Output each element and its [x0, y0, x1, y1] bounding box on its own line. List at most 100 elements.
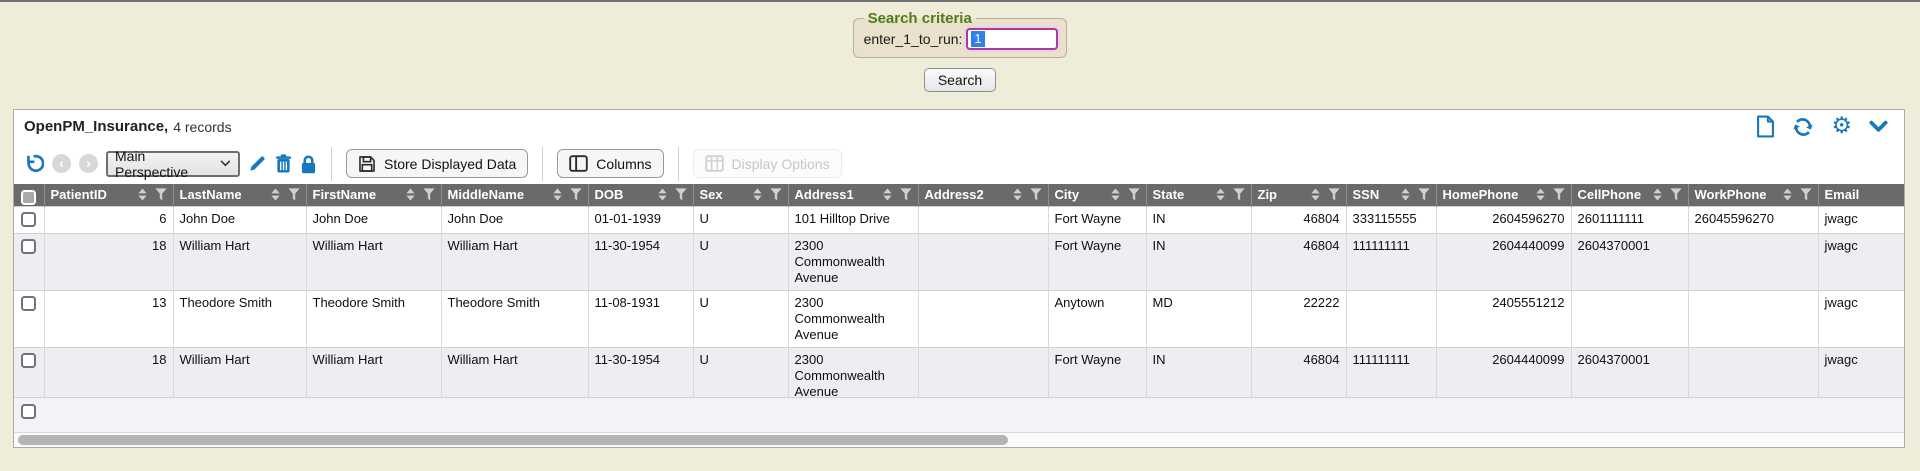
search-criteria-fieldset: Search criteria enter_1_to_run: 1 [853, 10, 1068, 58]
sort-icon[interactable] [882, 188, 893, 201]
cell-lastname: William Hart [173, 233, 306, 290]
column-label: City [1055, 187, 1080, 202]
horizontal-scrollbar[interactable] [14, 432, 1904, 447]
filter-icon[interactable] [288, 188, 300, 201]
sort-icon[interactable] [1400, 188, 1411, 201]
cell-workphone: 26045596270 [1688, 206, 1818, 233]
table-row[interactable]: 18William HartWilliam HartWilliam Hart11… [14, 233, 1904, 290]
cell-dob: 11-30-1954 [588, 347, 693, 397]
sort-icon[interactable] [657, 188, 668, 201]
cell-state: IN [1146, 206, 1251, 233]
cell-ssn: 111111111 [1346, 233, 1436, 290]
row-checkbox[interactable] [21, 212, 36, 227]
undo-icon[interactable] [23, 153, 44, 174]
sort-icon[interactable] [752, 188, 763, 201]
store-displayed-data-button[interactable]: Store Displayed Data [346, 149, 528, 178]
filter-icon[interactable] [570, 188, 582, 201]
filter-icon[interactable] [770, 188, 782, 201]
filter-icon[interactable] [155, 188, 167, 201]
display-options-grid-icon [705, 155, 724, 172]
cell-middlename: Theodore Smith [441, 290, 588, 347]
table-row[interactable]: 6John DoeJohn DoeJohn Doe01-01-1939U101 … [14, 206, 1904, 233]
column-header-email[interactable]: Email [1818, 184, 1904, 206]
sort-icon[interactable] [1215, 188, 1226, 201]
refresh-icon[interactable] [1792, 116, 1814, 138]
search-button[interactable]: Search [924, 68, 996, 92]
filter-icon[interactable] [1553, 188, 1565, 201]
column-header-dob[interactable]: DOB [588, 184, 693, 206]
gear-icon[interactable]: ⚙ [1831, 115, 1852, 138]
cell-homephone: 2405551212 [1436, 290, 1571, 347]
sort-icon[interactable] [1310, 188, 1321, 201]
sort-icon[interactable] [1110, 188, 1121, 201]
scrollbar-thumb[interactable] [18, 435, 1008, 445]
sort-icon[interactable] [1012, 188, 1023, 201]
sort-icon[interactable] [270, 188, 281, 201]
footer-row-checkbox[interactable] [21, 404, 36, 419]
cell-homephone: 2604440099 [1436, 347, 1571, 397]
column-header-sex[interactable]: Sex [693, 184, 788, 206]
filter-icon[interactable] [1328, 188, 1340, 201]
filter-icon[interactable] [1800, 188, 1812, 201]
enter-1-to-run-input[interactable]: 1 [966, 28, 1058, 50]
input-selected-text: 1 [971, 31, 984, 47]
select-all-checkbox[interactable] [21, 190, 36, 205]
cell-sex: U [693, 233, 788, 290]
cell-patientid: 18 [44, 233, 173, 290]
column-header-cellphone[interactable]: CellPhone [1571, 184, 1688, 206]
sort-icon[interactable] [137, 188, 148, 201]
filter-icon[interactable] [675, 188, 687, 201]
cell-address2 [918, 290, 1048, 347]
column-label: Email [1825, 187, 1860, 202]
column-header-ssn[interactable]: SSN [1346, 184, 1436, 206]
columns-button[interactable]: Columns [557, 149, 663, 178]
pencil-icon[interactable] [248, 154, 267, 173]
filter-icon[interactable] [1670, 188, 1682, 201]
table-footer-row [14, 397, 1904, 432]
filter-icon[interactable] [1128, 188, 1140, 201]
new-document-icon[interactable] [1756, 115, 1775, 138]
column-header-state[interactable]: State [1146, 184, 1251, 206]
sort-icon[interactable] [552, 188, 563, 201]
row-checkbox[interactable] [21, 353, 36, 368]
prev-perspective-icon[interactable]: ‹ [52, 154, 71, 173]
table-row[interactable]: 13Theodore SmithTheodore SmithTheodore S… [14, 290, 1904, 347]
filter-icon[interactable] [1418, 188, 1430, 201]
cell-firstname: William Hart [306, 347, 441, 397]
column-header-homephone[interactable]: HomePhone [1436, 184, 1571, 206]
row-checkbox-cell [14, 347, 44, 397]
lock-icon[interactable] [300, 154, 317, 174]
column-header-zip[interactable]: Zip [1251, 184, 1346, 206]
table-row[interactable]: 18William HartWilliam HartWilliam Hart11… [14, 347, 1904, 397]
row-checkbox[interactable] [21, 296, 36, 311]
filter-icon[interactable] [1030, 188, 1042, 201]
sort-icon[interactable] [1652, 188, 1663, 201]
column-label: State [1153, 187, 1185, 202]
sort-icon[interactable] [405, 188, 416, 201]
column-label: PatientID [51, 187, 107, 202]
perspective-select[interactable]: Main Perspective [106, 151, 240, 177]
column-header-workphone[interactable]: WorkPhone [1688, 184, 1818, 206]
next-perspective-icon[interactable]: › [79, 154, 98, 173]
column-header-patientid[interactable]: PatientID [44, 184, 173, 206]
filter-icon[interactable] [900, 188, 912, 201]
sort-icon[interactable] [1782, 188, 1793, 201]
cell-lastname: William Hart [173, 347, 306, 397]
column-header-firstname[interactable]: FirstName [306, 184, 441, 206]
filter-icon[interactable] [423, 188, 435, 201]
column-label: Zip [1258, 187, 1278, 202]
sort-icon[interactable] [1535, 188, 1546, 201]
trash-icon[interactable] [275, 154, 292, 173]
cell-zip: 46804 [1251, 233, 1346, 290]
filter-icon[interactable] [1233, 188, 1245, 201]
display-options-label: Display Options [732, 156, 830, 172]
column-header-address2[interactable]: Address2 [918, 184, 1048, 206]
row-checkbox[interactable] [21, 239, 36, 254]
cell-middlename: William Hart [441, 347, 588, 397]
column-header-address1[interactable]: Address1 [788, 184, 918, 206]
column-header-middlename[interactable]: MiddleName [441, 184, 588, 206]
cell-ssn: 111111111 [1346, 347, 1436, 397]
column-header-lastname[interactable]: LastName [173, 184, 306, 206]
column-header-city[interactable]: City [1048, 184, 1146, 206]
chevron-down-icon[interactable] [1869, 120, 1888, 133]
